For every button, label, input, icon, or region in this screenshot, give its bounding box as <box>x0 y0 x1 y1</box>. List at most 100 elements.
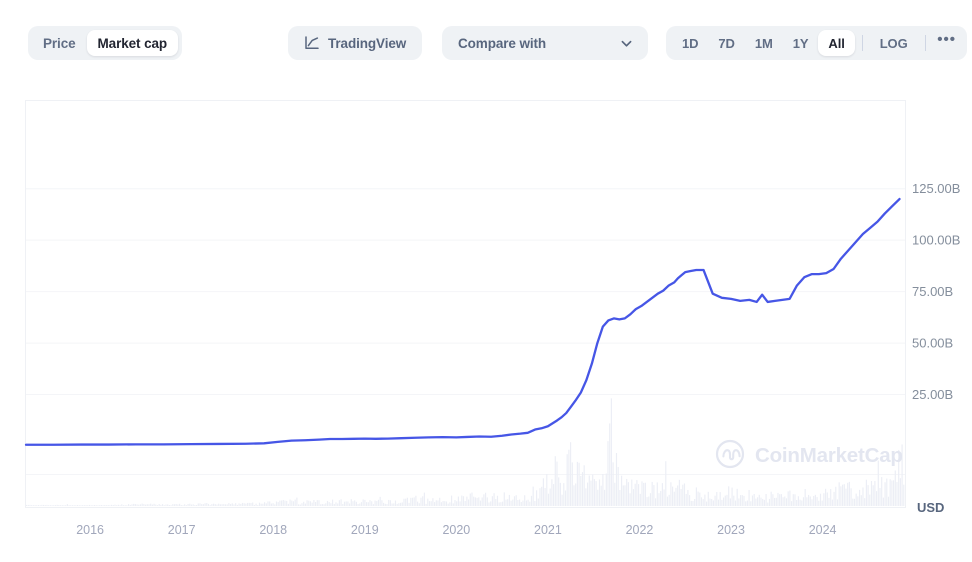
volume-bar <box>770 491 772 506</box>
x-axis-tick-label: 2019 <box>351 523 379 537</box>
x-axis-tick-label: 2023 <box>717 523 745 537</box>
volume-bar <box>719 492 721 506</box>
volume-bar <box>97 505 99 506</box>
volume-bar <box>649 493 652 506</box>
volume-bar <box>82 505 84 506</box>
toggle-option-market-cap[interactable]: Market cap <box>86 30 179 56</box>
volume-bar <box>751 495 754 506</box>
range-button-all[interactable]: All <box>818 30 855 56</box>
volume-bar <box>422 496 424 506</box>
volume-bar <box>636 480 638 506</box>
volume-bar <box>789 490 791 506</box>
volume-bar <box>661 483 663 506</box>
volume-bar <box>673 491 675 506</box>
volume-bar <box>318 500 320 506</box>
range-button-1m[interactable]: 1M <box>745 30 783 56</box>
volume-bar <box>349 503 351 506</box>
volume-bar <box>61 505 63 506</box>
volume-bar <box>177 504 179 506</box>
volume-bar <box>391 503 393 506</box>
volume-bar <box>56 504 58 506</box>
volume-bar <box>734 500 737 506</box>
volume-bar <box>870 481 873 506</box>
volume-bar <box>666 496 669 506</box>
volume-bar <box>66 504 68 506</box>
volume-bar <box>384 503 386 506</box>
chart-toolbar: Price Market cap TradingView Compare wit… <box>0 0 972 86</box>
volume-bar <box>29 504 31 506</box>
volume-bar <box>855 493 857 506</box>
volume-bar <box>763 499 765 506</box>
volume-bar <box>519 499 521 506</box>
y-axis-tick-label: 50.00B <box>912 336 953 351</box>
volume-bar <box>221 504 223 506</box>
volume-bar <box>394 500 397 506</box>
volume-bar <box>277 502 279 506</box>
volume-bar <box>578 462 580 506</box>
volume-bar <box>401 502 403 506</box>
volume-bar <box>515 495 517 506</box>
volume-bar <box>687 489 689 506</box>
volume-bar <box>881 477 883 506</box>
price-marketcap-toggle[interactable]: Price Market cap <box>28 26 183 60</box>
more-options-button[interactable]: ••• <box>933 27 961 59</box>
toggle-option-price[interactable]: Price <box>32 30 87 56</box>
volume-bar <box>459 501 461 506</box>
volume-bar <box>808 494 810 506</box>
volume-bar <box>41 504 43 506</box>
volume-bar <box>104 505 106 506</box>
volume-bar <box>717 499 720 506</box>
volume-bar <box>236 504 238 506</box>
log-scale-button[interactable]: LOG <box>870 30 918 56</box>
range-selector-group[interactable]: 1D 7D 1M 1Y All LOG ••• <box>666 26 967 60</box>
volume-bar <box>765 493 767 506</box>
volume-bar <box>274 504 276 506</box>
compare-with-label: Compare with <box>458 35 547 51</box>
market-cap-chart[interactable]: CoinMarketCap 25.00B 50.00B 75.00B 100.00B 1… <box>0 86 972 562</box>
volume-bar <box>660 490 662 506</box>
volume-bar <box>575 483 577 506</box>
volume-bar <box>294 499 296 506</box>
volume-bar <box>683 483 686 506</box>
volume-bar <box>595 481 597 506</box>
range-button-1d[interactable]: 1D <box>672 30 708 56</box>
volume-bar <box>63 505 65 506</box>
volume-bar <box>486 497 488 506</box>
chart-canvas[interactable]: CoinMarketCap 25.00B 50.00B 75.00B 100.00B 1… <box>0 86 972 562</box>
compare-with-dropdown[interactable]: Compare with <box>442 26 648 60</box>
range-button-1y[interactable]: 1Y <box>783 30 819 56</box>
volume-bar <box>775 497 777 506</box>
volume-bar <box>187 504 189 506</box>
volume-bar <box>643 482 645 506</box>
volume-bar <box>559 482 561 506</box>
volume-bar <box>731 487 733 506</box>
volume-bar <box>495 499 497 506</box>
volume-bar <box>544 488 546 506</box>
volume-bar <box>490 501 492 506</box>
volume-bar <box>371 501 373 506</box>
volume-bar <box>201 504 203 506</box>
tradingview-button[interactable]: TradingView <box>288 26 423 60</box>
volume-bar <box>825 488 827 506</box>
volume-bar <box>398 503 400 506</box>
volume-bar <box>530 495 533 506</box>
volume-bar <box>202 504 204 506</box>
range-button-7d[interactable]: 7D <box>708 30 744 56</box>
volume-bar <box>488 502 490 506</box>
volume-bar <box>464 501 466 506</box>
volume-bar <box>260 503 262 506</box>
volume-bar <box>605 473 607 506</box>
volume-bar <box>400 502 402 506</box>
volume-bar <box>466 496 468 506</box>
volume-bar <box>452 503 454 506</box>
volume-bar <box>219 504 221 506</box>
volume-bar <box>145 504 147 506</box>
volume-bar <box>337 503 339 506</box>
volume-bar <box>774 497 776 506</box>
volume-bar <box>214 504 216 506</box>
volume-bar <box>740 495 742 506</box>
volume-bar <box>92 505 94 506</box>
volume-bar <box>653 485 655 506</box>
volume-bar <box>862 487 864 506</box>
volume-bar <box>554 456 556 506</box>
